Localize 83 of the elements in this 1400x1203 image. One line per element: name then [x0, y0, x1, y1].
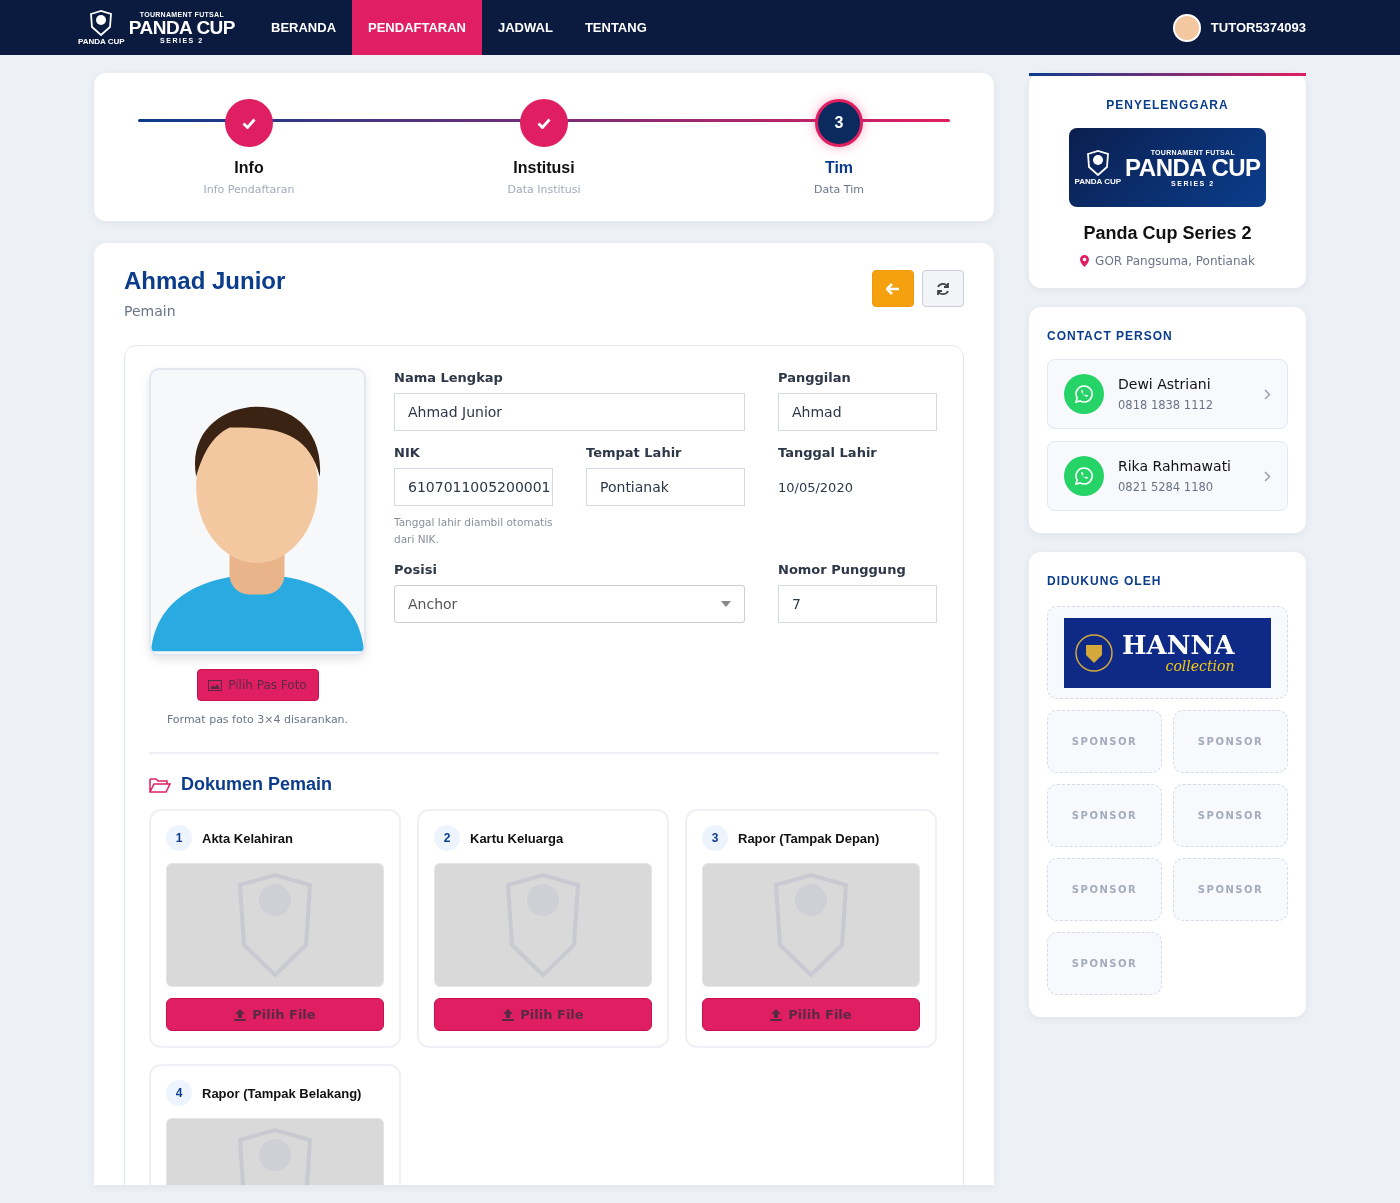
field-hint: Tanggal lahir diambil otomatis dari NIK. — [394, 515, 553, 547]
document-number: 1 — [166, 825, 192, 851]
badge-text: PANDA CUP — [78, 36, 125, 46]
contact-name: Dewi Astriani — [1118, 376, 1212, 392]
image-icon — [208, 679, 223, 691]
section-title: Dokumen Pemain — [181, 774, 333, 795]
nav-link[interactable]: JADWAL — [482, 0, 569, 55]
sponsor-slot: SPONSOR — [1047, 858, 1162, 921]
card-heading: PENYELENGGARA — [1106, 98, 1229, 112]
step-subtitle: Data Tim — [814, 183, 864, 196]
shield-emblem — [89, 9, 114, 36]
photo-hint: Format pas foto 3×4 disarankan. — [166, 713, 349, 726]
sponsor-slot: SPONSOR — [1047, 784, 1162, 847]
refresh-icon — [936, 281, 950, 296]
card-heading: CONTACT PERSON — [1047, 329, 1174, 343]
input-field[interactable]: Ahmad — [778, 393, 937, 431]
contact-phone: 0818 1838 1112 — [1118, 398, 1215, 412]
refresh-button[interactable] — [922, 270, 964, 307]
check-icon — [242, 117, 256, 129]
step-title: Institusi — [513, 159, 575, 177]
sponsor-slot: SPONSOR — [1047, 932, 1162, 995]
logo-title: PANDA CUP — [128, 18, 235, 37]
shield-emblem — [1085, 149, 1110, 176]
sponsor-tagline: collection — [1165, 657, 1235, 674]
upload-icon — [234, 1008, 247, 1021]
step-subtitle: Info Pendaftaran — [203, 183, 295, 196]
contact-item[interactable]: Rika Rahmawati 0821 5284 1180 — [1047, 441, 1288, 511]
crest-icon — [1074, 632, 1114, 673]
user-avatar[interactable] — [1172, 13, 1201, 42]
upload-icon — [770, 1008, 783, 1021]
whatsapp-icon — [1064, 456, 1104, 496]
document-number: 4 — [166, 1080, 192, 1106]
field-label: Panggilan — [778, 370, 852, 385]
document-number: 2 — [434, 825, 460, 851]
document-title: Rapor (Tampak Depan) — [738, 830, 880, 846]
contact-name: Rika Rahmawati — [1118, 458, 1232, 474]
input-field[interactable]: 6107011005200001 — [394, 468, 553, 506]
field-label: Tempat Lahir — [586, 445, 683, 460]
organizer-location: GOR Pangsuma, Pontianak — [1095, 254, 1255, 268]
document-title: Rapor (Tampak Belakang) — [202, 1085, 362, 1101]
player-name: Ahmad Junior — [124, 267, 286, 295]
field-label: Nama Lengkap — [394, 370, 504, 385]
user-name[interactable]: TUTOR5374093 — [1210, 20, 1306, 35]
input-field[interactable]: Ahmad Junior — [394, 393, 745, 431]
step-title: Tim — [824, 159, 854, 177]
caret-icon — [721, 601, 731, 607]
arrow-left-icon — [886, 282, 900, 295]
step-title: Info — [234, 159, 264, 177]
field-value: 10/05/2020 — [778, 478, 854, 497]
chevron-right-icon — [1264, 470, 1271, 482]
nav-link[interactable]: TENTANG — [568, 0, 663, 55]
field-label: Nomor Punggung — [778, 562, 907, 577]
contact-phone: 0821 5284 1180 — [1118, 480, 1215, 494]
check-icon — [537, 117, 551, 129]
logo-title: PANDA CUP — [1125, 155, 1261, 180]
sponsor-slot: SPONSOR — [1173, 858, 1288, 921]
nav-link[interactable]: BERANDA — [255, 0, 352, 55]
folder-icon — [149, 776, 171, 793]
card-heading: DIDUKUNG OLEH — [1047, 574, 1163, 588]
sponsor-slot: SPONSOR — [1047, 710, 1162, 773]
badge-text: PANDA CUP — [1074, 176, 1122, 186]
location-pin-icon — [1080, 255, 1090, 267]
select-field[interactable]: Anchor — [394, 585, 745, 623]
whatsapp-icon — [1064, 374, 1104, 414]
document-number: 3 — [702, 825, 728, 851]
input-field[interactable]: 7 — [778, 585, 937, 623]
upload-icon — [502, 1008, 515, 1021]
nav-link[interactable]: PENDAFTARAN — [352, 0, 482, 55]
step-number: 3 — [815, 99, 863, 147]
player-role: Pemain — [124, 303, 177, 319]
field-label: NIK — [394, 445, 421, 460]
input-field[interactable]: Pontianak — [586, 468, 745, 506]
sponsor-slot: SPONSOR — [1173, 784, 1288, 847]
sponsor-slot: SPONSOR — [1173, 710, 1288, 773]
organizer-name: Panda Cup Series 2 — [1083, 223, 1252, 244]
chevron-right-icon — [1264, 388, 1271, 400]
sponsor-name: HANNA — [1122, 631, 1235, 658]
document-title: Kartu Keluarga — [470, 830, 564, 846]
field-label: Posisi — [394, 562, 438, 577]
step-subtitle: Data Institusi — [507, 183, 581, 196]
document-title: Akta Kelahiran — [202, 830, 294, 846]
field-label: Tanggal Lahir — [778, 445, 878, 460]
contact-item[interactable]: Dewi Astriani 0818 1838 1112 — [1047, 359, 1288, 429]
